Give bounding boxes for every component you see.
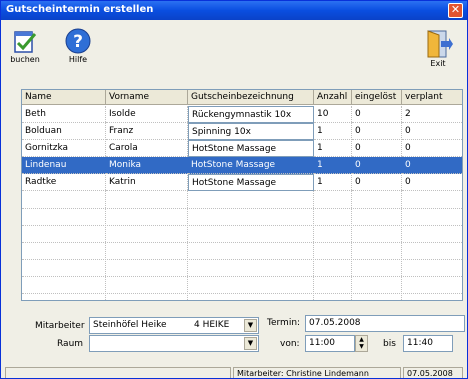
buchen-label: buchen: [10, 55, 40, 64]
close-icon: ✕: [450, 3, 461, 16]
cell-eingeloest: 0: [352, 174, 402, 191]
table-header: Name Vorname Gutscheinbezeichnung Anzahl…: [22, 90, 462, 106]
help-icon: ?: [65, 28, 91, 54]
status-mitarbeiter: Mitarbeiter: Christine Lindemann: [233, 367, 401, 378]
mitarbeiter-code: 4 HEIKE: [194, 320, 230, 330]
table-row[interactable]: Bolduan Franz Spinning 10x 1 0 0: [22, 123, 462, 140]
mitarbeiter-select[interactable]: Steinhöfel Heike 4 HEIKE ▼: [89, 317, 259, 334]
cell-vorname: Carola: [106, 140, 188, 157]
raum-label: Raum: [57, 339, 84, 349]
cell-anzahl: 1: [314, 123, 352, 140]
title-bar[interactable]: Gutscheintermin erstellen ✕: [1, 1, 467, 20]
status-bar: Mitarbeiter: Christine Lindemann 07.05.2…: [1, 367, 467, 378]
termin-field[interactable]: 07.05.2008: [305, 315, 465, 332]
status-cell-empty: [5, 367, 231, 378]
svg-text:?: ?: [73, 32, 83, 52]
cell-vorname: Isolde: [106, 106, 188, 123]
dialog-window: Gutscheintermin erstellen ✕ buchen ? Hil…: [0, 0, 468, 379]
cell-eingeloest: 0: [352, 140, 402, 157]
cell-eingeloest: 0: [352, 123, 402, 140]
bis-time-field[interactable]: 11:40: [403, 335, 453, 352]
cell-name: Bolduan: [22, 123, 106, 140]
table-row[interactable]: Gornitzka Carola HotStone Massage 1 0 0: [22, 140, 462, 157]
exit-button[interactable]: Exit: [419, 27, 457, 68]
cell-gutscheinbezeichnung[interactable]: Rückengymnastik 10x: [188, 106, 314, 123]
cell-verplant: 2: [402, 106, 462, 123]
window-title: Gutscheintermin erstellen: [6, 4, 154, 15]
cell-name: Gornitzka: [22, 140, 106, 157]
column-header-eingeloest[interactable]: eingelöst: [352, 90, 402, 105]
cell-gutscheinbezeichnung[interactable]: HotStone Massage: [188, 157, 314, 174]
cell-verplant: 0: [402, 174, 462, 191]
cell-gutscheinbezeichnung[interactable]: HotStone Massage: [188, 140, 314, 157]
check-document-icon: [14, 31, 37, 53]
cell-gutscheinbezeichnung[interactable]: HotStone Massage: [188, 174, 314, 191]
cell-gutscheinbezeichnung[interactable]: Spinning 10x: [188, 123, 314, 140]
raum-select[interactable]: ▼: [89, 335, 259, 352]
bis-value: 11:40: [407, 338, 433, 348]
column-header-gutscheinbezeichnung[interactable]: Gutscheinbezeichnung: [188, 90, 314, 105]
cell-name: Radtke: [22, 174, 106, 191]
cell-eingeloest: 0: [352, 106, 402, 123]
exit-label: Exit: [430, 59, 446, 68]
cell-anzahl: 1: [314, 157, 352, 174]
chevron-down-icon[interactable]: ▼: [244, 337, 257, 350]
cell-vorname: Monika: [106, 157, 188, 174]
cell-anzahl: 10: [314, 106, 352, 123]
table-row[interactable]: Radtke Katrin HotStone Massage 1 0 0: [22, 174, 462, 191]
mitarbeiter-label: Mitarbeiter: [35, 321, 85, 331]
von-value: 11:00: [309, 338, 335, 348]
termin-value: 07.05.2008: [309, 318, 361, 328]
cell-vorname: Franz: [106, 123, 188, 140]
von-time-field[interactable]: 11:00: [305, 335, 355, 352]
cell-verplant: 0: [402, 140, 462, 157]
voucher-table[interactable]: Name Vorname Gutscheinbezeichnung Anzahl…: [21, 89, 463, 301]
table-row-selected[interactable]: Lindenau Monika HotStone Massage 1 0 0: [22, 157, 462, 174]
chevron-down-icon[interactable]: ▼: [244, 319, 257, 332]
column-header-vorname[interactable]: Vorname: [106, 90, 188, 105]
status-date: 07.05.2008: [403, 367, 463, 378]
cell-name: Beth: [22, 106, 106, 123]
mitarbeiter-value: Steinhöfel Heike: [93, 320, 167, 330]
cell-name: Lindenau: [22, 157, 106, 174]
cell-vorname: Katrin: [106, 174, 188, 191]
cell-eingeloest: 0: [352, 157, 402, 174]
close-button[interactable]: ✕: [448, 3, 463, 18]
buchen-button[interactable]: buchen: [7, 27, 43, 64]
cell-verplant: 0: [402, 123, 462, 140]
cell-verplant: 0: [402, 157, 462, 174]
column-header-verplant[interactable]: verplant: [402, 90, 462, 105]
hilfe-label: Hilfe: [68, 55, 88, 64]
table-row[interactable]: Beth Isolde Rückengymnastik 10x 10 0 2: [22, 106, 462, 123]
exit-door-icon: [427, 30, 453, 58]
hilfe-button[interactable]: ? Hilfe: [63, 27, 93, 64]
cell-anzahl: 1: [314, 140, 352, 157]
column-header-name[interactable]: Name: [22, 90, 106, 105]
von-spinner[interactable]: ▲ ▼: [355, 335, 368, 352]
termin-label: Termin:: [267, 318, 301, 328]
column-header-anzahl[interactable]: Anzahl: [314, 90, 352, 105]
bis-label: bis: [383, 339, 396, 349]
von-label: von:: [280, 339, 300, 349]
cell-anzahl: 1: [314, 174, 352, 191]
